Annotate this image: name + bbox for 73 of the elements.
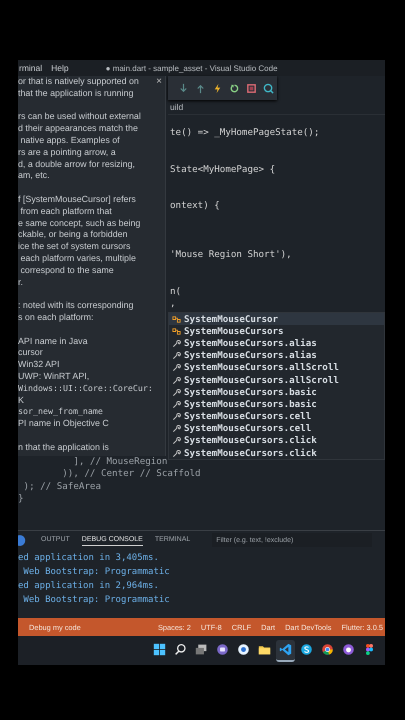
doc-paragraph: n that the application is	[18, 442, 109, 454]
suggestion-item[interactable]: SystemMouseCursors.allScroll	[169, 374, 384, 386]
search-icon[interactable]	[263, 82, 274, 94]
doc-paragraph: or that is natively supported on that the application is running	[18, 76, 139, 100]
window-title: ● main.dart - sample_asset - Visual Studio Code	[106, 64, 278, 72]
windows-logo-icon	[153, 643, 166, 656]
suggestion-item[interactable]: SystemMouseCursors	[169, 325, 384, 338]
code-line: ,	[170, 298, 176, 310]
code-line: ); // SafeArea	[22, 480, 101, 493]
lightning-icon[interactable]	[212, 82, 223, 94]
step-into-icon[interactable]	[178, 82, 189, 94]
suggestion-item[interactable]: SystemMouseCursors.cell	[169, 410, 384, 423]
doc-list-line: sor_new_from_name	[18, 406, 103, 418]
doc-list-line: Windows::UI::Core::CoreCur:	[18, 382, 153, 395]
chat-icon	[216, 643, 229, 656]
suggestion-item[interactable]: SystemMouseCursor	[169, 313, 384, 326]
search-icon	[174, 643, 187, 656]
class-icon	[172, 326, 181, 336]
wrench-icon	[172, 400, 181, 409]
menu-item[interactable]: Help	[51, 63, 69, 73]
task-view-icon	[195, 643, 208, 656]
suggestion-item[interactable]: SystemMouseCursors.click	[169, 434, 384, 448]
code-editor-icon	[279, 643, 292, 656]
code-line: ontext) {	[170, 200, 220, 213]
dots-icon	[363, 643, 376, 656]
wrench-icon	[172, 363, 181, 372]
s-letter-icon	[300, 643, 313, 656]
close-button[interactable]: ×	[154, 76, 164, 88]
taskbar-button[interactable]	[276, 640, 295, 662]
doc-list-line: UWP: WinRT API,	[18, 370, 90, 383]
menu-item[interactable]: rminal	[19, 63, 42, 73]
class-icon	[172, 314, 181, 324]
browser-icon	[321, 643, 334, 656]
code-line: n(	[170, 286, 182, 298]
doc-paragraph: f [SystemMouseCursor] refers from each platform that e same concept, such as being ckable, or being a forbidden ice the set of system cursors each platform varies, multiple correspond to the same r.	[18, 194, 140, 288]
code-line: 'Mouse Region Short'),	[170, 249, 292, 262]
doc-paragraph: : noted with its corresponding s on each platform:	[18, 300, 134, 324]
wrench-icon	[172, 338, 181, 348]
code-line: )), // Center // Scaffold	[61, 468, 201, 481]
wrench-icon	[172, 448, 181, 458]
doc-list-line: API name in Java	[18, 336, 88, 348]
console-line: ed application in 2,964ms.	[18, 580, 160, 593]
doc-paragraph: rs can be used without external d their appearances match the native apps. Examples of rs are a pointing arrow, a d, a double arrow for resizing, am, etc.	[18, 111, 141, 182]
suggestion-item[interactable]: SystemMouseCursors.alias	[169, 350, 384, 362]
suggestion-item[interactable]: SystemMouseCursors.alias	[169, 337, 384, 350]
console-line: Web Bootstrap: Programmatic	[22, 566, 171, 579]
suggestion-item[interactable]: SystemMouseCursors.click	[169, 447, 384, 460]
doc-list-line: Win32 API	[18, 359, 60, 371]
suggestion-item[interactable]: SystemMouseCursors.allScroll	[169, 362, 384, 374]
doc-list-line: cursor	[18, 347, 43, 360]
code-line: ], // MouseRegion	[72, 456, 168, 468]
count-badge-icon	[18, 534, 27, 546]
suggestion-item[interactable]: SystemMouseCursors.cell	[169, 422, 384, 435]
suggestion-item[interactable]: SystemMouseCursors.basic	[169, 386, 384, 398]
wrench-icon	[172, 424, 181, 434]
wrench-icon	[172, 388, 181, 397]
console-line: ed application in 3,405ms.	[18, 552, 160, 565]
doc-list-line: K	[18, 394, 24, 406]
code-line: te() => _MyHomePageState();	[170, 127, 320, 140]
code-line: }	[18, 492, 24, 506]
stop-icon[interactable]	[246, 82, 257, 94]
wrench-icon	[172, 436, 181, 446]
wrench-icon	[172, 351, 181, 360]
doc-list-line: PI name in Objective C	[18, 418, 109, 430]
restart-icon[interactable]	[229, 82, 240, 94]
suggestion-item[interactable]: SystemMouseCursors.basic	[169, 398, 384, 410]
wrench-icon	[172, 412, 181, 422]
app-icon	[342, 643, 355, 656]
step-out-icon[interactable]	[195, 82, 206, 94]
code-line: State<MyHomePage> {	[170, 164, 276, 176]
wrench-icon	[172, 376, 181, 385]
console-line: Web Bootstrap: Programmatic	[22, 594, 171, 607]
app-icon	[237, 643, 250, 656]
